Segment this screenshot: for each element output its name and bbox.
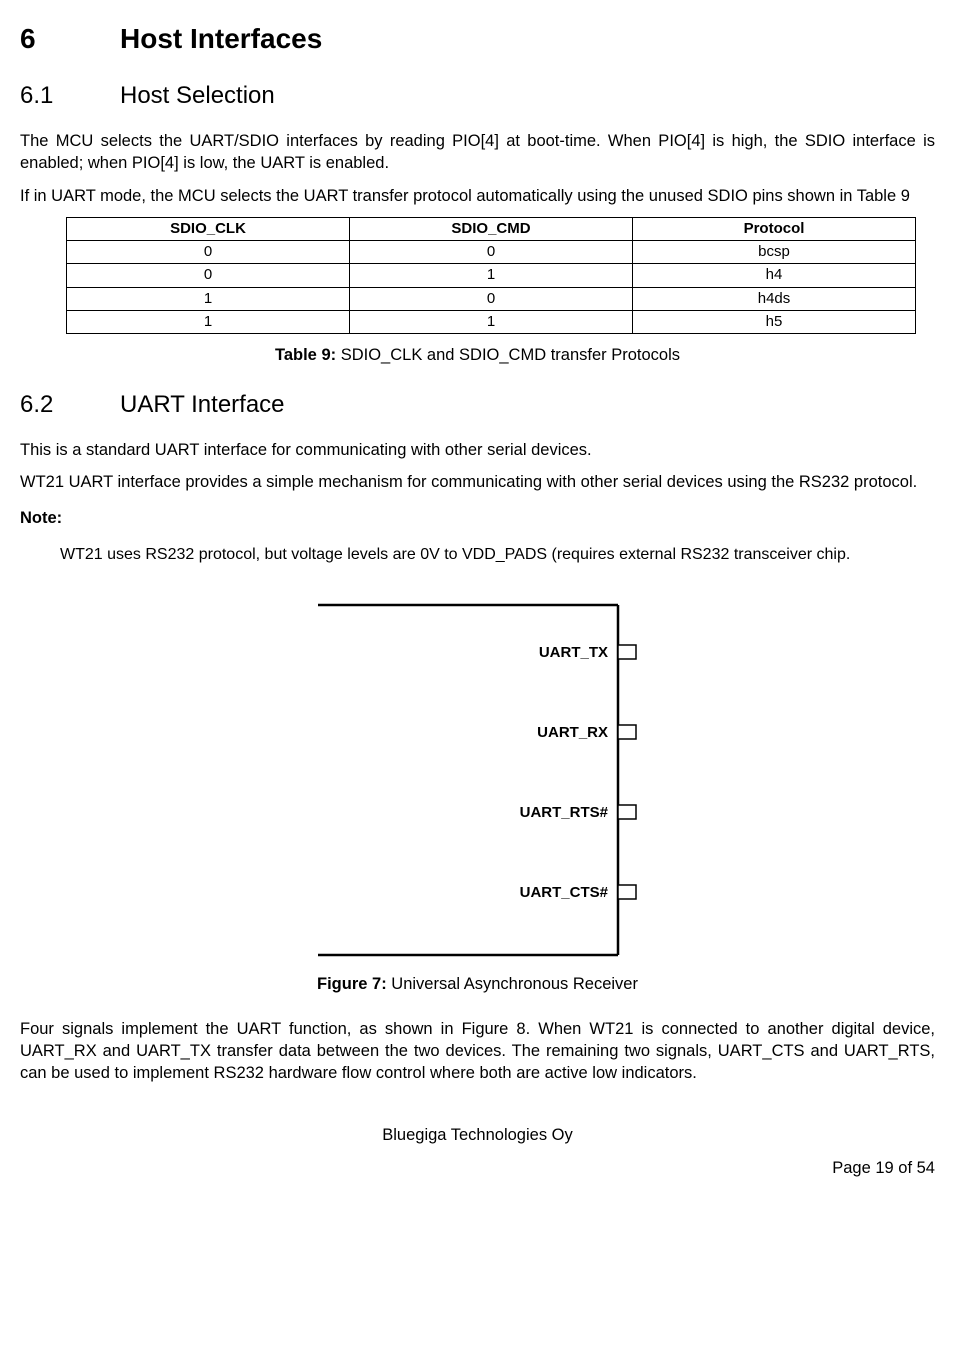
td: 0 bbox=[67, 241, 350, 264]
th: Protocol bbox=[633, 217, 916, 240]
table-row: 0 0 bcsp bbox=[67, 241, 916, 264]
td: 0 bbox=[350, 241, 633, 264]
td: 1 bbox=[67, 310, 350, 333]
th: SDIO_CLK bbox=[67, 217, 350, 240]
td: h5 bbox=[633, 310, 916, 333]
figure-7-caption: Figure 7: Universal Asynchronous Receive… bbox=[20, 973, 935, 995]
heading-6-1: 6.1Host Selection bbox=[20, 80, 935, 112]
table-row: 1 1 h5 bbox=[67, 310, 916, 333]
uart-diagram: UART_TX UART_RX UART_RTS# UART_CTS# bbox=[298, 595, 658, 965]
h1-number: 6 bbox=[20, 20, 120, 58]
figure-7: UART_TX UART_RX UART_RTS# UART_CTS# bbox=[20, 595, 935, 965]
pin-label: UART_RTS# bbox=[519, 804, 608, 821]
table-row: 0 1 h4 bbox=[67, 264, 916, 287]
paragraph: The MCU selects the UART/SDIO interfaces… bbox=[20, 130, 935, 175]
h1-title: Host Interfaces bbox=[120, 23, 322, 54]
td: h4ds bbox=[633, 287, 916, 310]
paragraph: WT21 UART interface provides a simple me… bbox=[20, 471, 935, 493]
h2-number: 6.1 bbox=[20, 80, 120, 112]
paragraph: This is a standard UART interface for co… bbox=[20, 439, 935, 461]
paragraph: Four signals implement the UART function… bbox=[20, 1018, 935, 1085]
caption-text: Universal Asynchronous Receiver bbox=[387, 975, 638, 993]
caption-text: SDIO_CLK and SDIO_CMD transfer Protocols bbox=[336, 346, 680, 364]
footer-company: Bluegiga Technologies Oy bbox=[20, 1124, 935, 1146]
pin-label: UART_TX bbox=[538, 644, 607, 661]
table-9: SDIO_CLK SDIO_CMD Protocol 0 0 bcsp 0 1 … bbox=[66, 217, 916, 334]
table-9-caption: Table 9: SDIO_CLK and SDIO_CMD transfer … bbox=[20, 344, 935, 366]
table-header-row: SDIO_CLK SDIO_CMD Protocol bbox=[67, 217, 916, 240]
td: 1 bbox=[67, 287, 350, 310]
td: 1 bbox=[350, 310, 633, 333]
td: bcsp bbox=[633, 241, 916, 264]
table-row: 1 0 h4ds bbox=[67, 287, 916, 310]
td: h4 bbox=[633, 264, 916, 287]
th: SDIO_CMD bbox=[350, 217, 633, 240]
footer-page: Page 19 of 54 bbox=[20, 1157, 935, 1179]
caption-bold: Figure 7: bbox=[317, 975, 387, 993]
pin-label: UART_RX bbox=[537, 724, 608, 741]
heading-6-2: 6.2UART Interface bbox=[20, 389, 935, 421]
td: 1 bbox=[350, 264, 633, 287]
td: 0 bbox=[67, 264, 350, 287]
heading-1: 6Host Interfaces bbox=[20, 20, 935, 58]
td: 0 bbox=[350, 287, 633, 310]
h2-number: 6.2 bbox=[20, 389, 120, 421]
paragraph: If in UART mode, the MCU selects the UAR… bbox=[20, 185, 935, 207]
caption-bold: Table 9: bbox=[275, 346, 336, 364]
pin-label: UART_CTS# bbox=[519, 884, 608, 901]
note-label: Note: bbox=[20, 507, 935, 529]
h2-title: Host Selection bbox=[120, 82, 275, 109]
h2-title: UART Interface bbox=[120, 391, 285, 418]
note-body: WT21 uses RS232 protocol, but voltage le… bbox=[60, 544, 935, 566]
